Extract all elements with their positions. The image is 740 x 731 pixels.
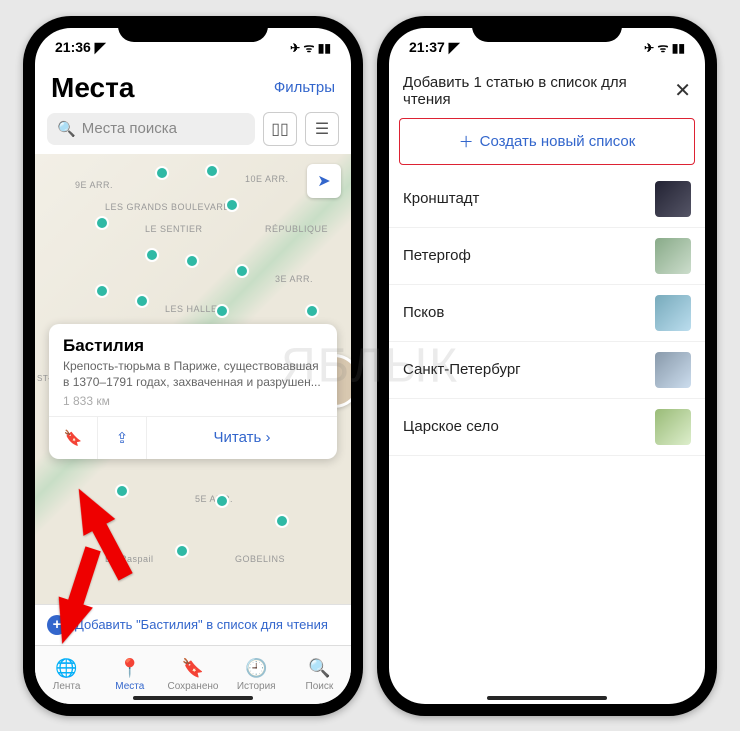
map-pin[interactable] — [135, 294, 149, 308]
map-pin[interactable] — [115, 484, 129, 498]
status-icons: ✈ ᯤ ▮▮ — [644, 39, 685, 56]
list-item[interactable]: Царское село — [389, 399, 705, 456]
list-item[interactable]: Петергоф — [389, 228, 705, 285]
pin-icon: 📍 — [119, 658, 141, 679]
map-district-label: 3E ARR. — [275, 274, 313, 284]
page-header: Места Фильтры — [35, 68, 351, 112]
list-thumbnail — [655, 181, 691, 217]
list-item[interactable]: Псков — [389, 285, 705, 342]
list-item[interactable]: Кронштадт — [389, 171, 705, 228]
map-pin[interactable] — [155, 166, 169, 180]
globe-icon: 🌐 — [55, 658, 77, 679]
list-toggle-button[interactable]: ☰ — [305, 112, 339, 146]
tab-search[interactable]: 🔍 Поиск — [288, 646, 351, 704]
place-distance: 1 833 км — [63, 394, 323, 408]
page-title: Места — [51, 72, 134, 104]
search-icon: 🔍 — [57, 120, 76, 138]
map-pin[interactable] — [225, 198, 239, 212]
map-pin[interactable] — [275, 514, 289, 528]
map[interactable]: ➤ 9E ARR. 10E ARR. LES GRANDS BOULEVARDS… — [35, 154, 351, 604]
place-description: Крепость-тюрьма в Париже, существовавшая… — [63, 358, 323, 390]
filters-button[interactable]: Фильтры — [274, 79, 335, 96]
status-icons: ✈ ᯤ ▮▮ — [290, 39, 331, 56]
screen-right: 21:37 ◤ ✈ ᯤ ▮▮ Добавить 1 статью в списо… — [389, 28, 705, 704]
clock-icon: 🕘 — [245, 658, 267, 679]
map-district-label: 10E ARR. — [245, 174, 289, 184]
home-indicator[interactable] — [133, 696, 253, 700]
bookmark-icon: 🔖 — [182, 658, 204, 679]
status-time: 21:36 ◤ — [55, 39, 105, 56]
map-pin[interactable] — [205, 164, 219, 178]
map-toggle-button[interactable]: ▯▯ — [263, 112, 297, 146]
list-thumbnail — [655, 238, 691, 274]
map-pin[interactable] — [175, 544, 189, 558]
map-pin[interactable] — [145, 248, 159, 262]
place-actions: 🔖 ⇪ Читать › — [49, 416, 337, 459]
phone-right: 21:37 ◤ ✈ ᯤ ▮▮ Добавить 1 статью в списо… — [377, 16, 717, 716]
locate-button[interactable]: ➤ — [307, 164, 341, 198]
place-card: Бастилия Крепость-тюрьма в Париже, сущес… — [49, 324, 337, 459]
map-area-label: RÉPUBLIQUE — [265, 224, 328, 234]
map-pin[interactable] — [305, 304, 319, 318]
search-icon: 🔍 — [308, 658, 330, 679]
create-new-list-button[interactable]: ＋ Создать новый список — [399, 118, 695, 165]
place-title: Бастилия — [63, 336, 323, 356]
home-indicator[interactable] — [487, 696, 607, 700]
bookmark-icon: 🔖 — [64, 429, 83, 447]
add-banner-label: Добавить "Бастилия" в список для чтения — [75, 617, 328, 632]
close-button[interactable]: ✕ — [674, 78, 691, 103]
map-pin[interactable] — [95, 216, 109, 230]
map-district-label: 9E ARR. — [75, 180, 113, 190]
list-item[interactable]: Санкт-Петербург — [389, 342, 705, 399]
bookmark-button[interactable]: 🔖 — [49, 417, 98, 459]
reading-lists: Кронштадт Петергоф Псков Санкт-Петербург… — [389, 171, 705, 456]
sheet-header: Добавить 1 статью в список для чтения ✕ — [389, 68, 705, 118]
tab-feed[interactable]: 🌐 Лента — [35, 646, 98, 704]
map-area-label: GOBELINS — [235, 554, 285, 564]
map-pin[interactable] — [215, 494, 229, 508]
status-time: 21:37 ◤ — [409, 39, 459, 56]
phone-left: 21:36 ◤ ✈ ᯤ ▮▮ Места Фильтры 🔍 Места пои… — [23, 16, 363, 716]
notch — [472, 16, 622, 42]
map-pin[interactable] — [215, 304, 229, 318]
map-pin[interactable] — [235, 264, 249, 278]
search-row: 🔍 Места поиска ▯▯ ☰ — [35, 112, 351, 154]
read-button[interactable]: Читать › — [147, 417, 337, 459]
plus-icon: ＋ — [459, 131, 474, 152]
list-thumbnail — [655, 295, 691, 331]
search-input[interactable]: 🔍 Места поиска — [47, 113, 255, 145]
sheet-title: Добавить 1 статью в список для чтения — [403, 74, 674, 108]
list-thumbnail — [655, 352, 691, 388]
map-area-label: LE SENTIER — [145, 224, 203, 234]
search-placeholder: Места поиска — [82, 120, 177, 137]
map-pin[interactable] — [185, 254, 199, 268]
map-area-label: LES GRANDS BOULEVARDS — [105, 202, 237, 212]
share-icon: ⇪ — [116, 429, 129, 447]
notch — [118, 16, 268, 42]
map-pin[interactable] — [95, 284, 109, 298]
list-thumbnail — [655, 409, 691, 445]
share-button[interactable]: ⇪ — [98, 417, 147, 459]
